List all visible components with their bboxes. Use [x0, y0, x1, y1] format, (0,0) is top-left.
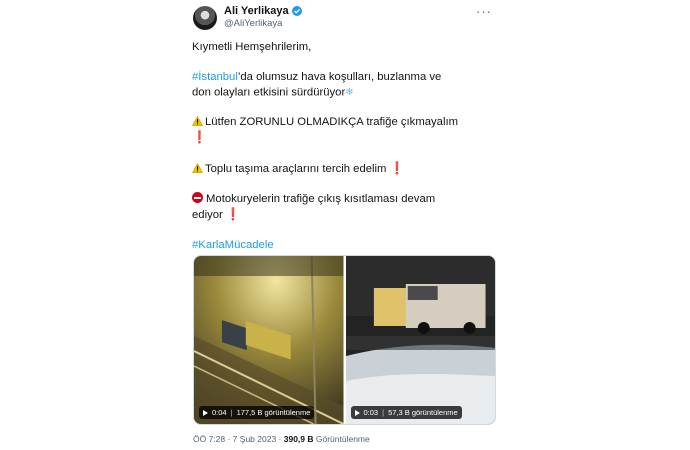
warning2-text: Toplu taşıma araçlarını tercih edelim — [205, 163, 387, 176]
video-1-info: 0:04 | 177,5 B görüntülenme — [199, 406, 315, 419]
istanbul-line: #İstanbul’da olumsuz hava koşulları, buz… — [192, 70, 497, 85]
view-label: Görüntülenme — [313, 434, 370, 444]
play-icon[interactable] — [354, 409, 360, 416]
restriction-line-1: Motokuryelerin trafiğe çıkış kısıtlaması… — [192, 192, 497, 207]
warning-icon — [192, 116, 203, 127]
verified-badge-icon — [291, 6, 302, 16]
video-1[interactable]: 0:04 | 177,5 B görüntülenme — [194, 256, 344, 424]
video-2-frame — [345, 256, 495, 424]
video-1-views: 177,5 B görüntülenme — [236, 408, 311, 417]
no-entry-icon — [192, 192, 203, 204]
media-grid: 0:04 | 177,5 B görüntülenme 0:03 | 57,3 … — [193, 255, 496, 425]
line2-text: don olayları etkisini sürdürüyor — [192, 86, 346, 99]
avatar[interactable] — [193, 6, 217, 30]
exclamation-icon: ❗ — [389, 161, 405, 176]
video-2-time: 0:03 — [363, 408, 379, 417]
hashtag-karlamucadele[interactable]: #KarlaMücadele — [192, 239, 274, 251]
restriction1-text: Motokuryelerin trafiğe çıkış kısıtlaması… — [206, 193, 436, 206]
warning-line-2: Toplu taşıma araçlarını tercih edelim ❗ — [192, 161, 497, 177]
timestamp[interactable]: ÖÖ 7:28 · 7 Şub 2023 · — [193, 434, 284, 444]
warning-icon — [192, 163, 203, 174]
hashtag-istanbul[interactable]: #İstanbul — [192, 71, 238, 83]
warning-line-1: Lütfen ZORUNLU OLMADIKÇA trafiğe çıkmaya… — [192, 115, 497, 130]
restriction2-text: ediyor — [192, 209, 223, 222]
video-1-frame — [194, 256, 344, 424]
warning1-text: Lütfen ZORUNLU OLMADIKÇA trafiğe çıkmaya… — [205, 116, 458, 129]
author-name[interactable]: Ali Yerlikaya — [224, 5, 302, 17]
don-line: don olayları etkisini sürdürüyor❄ — [192, 85, 497, 100]
line1-rest: ’da olumsuz hava koşulları, buzlanma ve — [237, 71, 442, 83]
video-2[interactable]: 0:03 | 57,3 B görüntülenme — [345, 256, 495, 424]
author-handle[interactable]: @AliYerlikaya — [224, 18, 282, 29]
play-icon[interactable] — [203, 409, 208, 416]
exclamation-line: ❗ — [192, 130, 497, 146]
restriction-line-2: ediyor ❗ — [192, 207, 497, 223]
greeting-line: Kıymetli Hemşehrilerim, — [192, 41, 312, 53]
video-1-time: 0:04 — [212, 408, 227, 417]
exclamation-icon: ❗ — [225, 207, 241, 222]
separator: | — [382, 408, 385, 417]
tweet-card: Ali Yerlikaya @AliYerlikaya ··· Kıymetli… — [176, 0, 506, 450]
author-name-text[interactable]: Ali Yerlikaya — [224, 5, 289, 17]
view-count: 390,9 B — [283, 434, 314, 444]
tweet-meta: ÖÖ 7:28 · 7 Şub 2023 · 390,9 B Görüntüle… — [193, 434, 370, 444]
video-2-views: 57,3 B görüntülenme — [388, 408, 458, 417]
exclamation-icon: ❗ — [192, 130, 207, 145]
snowflake-icon: ❄ — [345, 87, 354, 98]
tweet-text: Kıymetli Hemşehrilerim, #İstanbul’da olu… — [192, 40, 497, 253]
hashtag-line: #KarlaMücadele — [192, 238, 497, 253]
separator: | — [230, 408, 233, 417]
more-dots-icon[interactable]: ··· — [476, 4, 492, 19]
video-2-info: 0:03 | 57,3 B görüntülenme — [350, 406, 462, 419]
